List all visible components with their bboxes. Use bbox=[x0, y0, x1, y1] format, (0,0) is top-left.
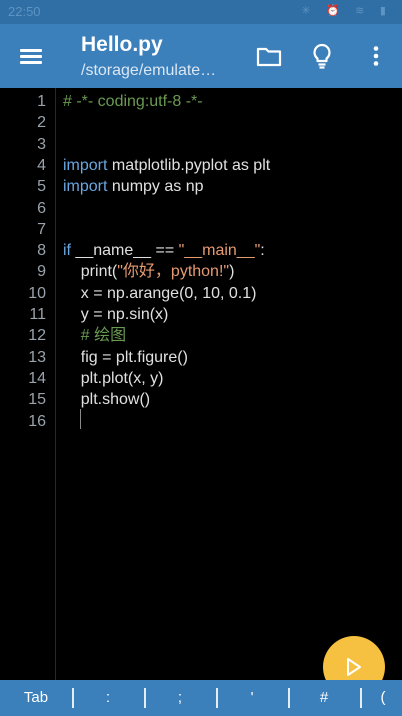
line-number: 13 bbox=[28, 348, 46, 366]
code-token-plain: y = np.sin(x) bbox=[63, 306, 169, 323]
code-line[interactable]: 16 bbox=[0, 411, 402, 432]
file-title: Hello.py bbox=[81, 33, 163, 56]
code-token-plain: __name__ == bbox=[71, 242, 179, 260]
key-separator bbox=[144, 688, 146, 708]
code-line[interactable]: 7 bbox=[0, 219, 402, 240]
extra-key-5[interactable]: ( bbox=[364, 680, 402, 716]
code-line[interactable]: 5 import numpy as np bbox=[0, 176, 402, 197]
code-token-keyword: import bbox=[63, 178, 108, 196]
key-separator bbox=[72, 688, 74, 708]
code-line[interactable]: 12 # 绘图 bbox=[0, 325, 402, 346]
line-code: y = np.sin(x) bbox=[63, 304, 169, 325]
code-token-comment: # -*- coding:utf-8 -*- bbox=[63, 93, 203, 110]
status-time: 22:50 bbox=[8, 4, 41, 19]
line-code: import matplotlib.pyplot as plt bbox=[63, 155, 270, 176]
code-editor[interactable]: 1 # -*- coding:utf-8 -*- 2 3 4 import matplot… bbox=[0, 88, 402, 680]
extra-key-3[interactable]: ' bbox=[220, 680, 284, 716]
text-cursor bbox=[80, 409, 81, 429]
line-number: 8 bbox=[37, 242, 46, 260]
line-number: 14 bbox=[28, 369, 46, 387]
line-code: import numpy as np bbox=[63, 176, 204, 197]
line-number: 9 bbox=[37, 263, 46, 281]
extra-key-4[interactable]: # bbox=[292, 680, 356, 716]
code-line[interactable]: 8 if __name__ == "__main__": bbox=[0, 240, 402, 261]
code-token-string: "你好，python!" bbox=[117, 263, 230, 281]
code-token-plain: : bbox=[260, 242, 265, 260]
code-line[interactable]: 6 bbox=[0, 198, 402, 219]
app-bar: Hello.py /storage/emulate… bbox=[0, 24, 402, 88]
code-line[interactable]: 4 import matplotlib.pyplot as plt bbox=[0, 155, 402, 176]
key-separator bbox=[360, 688, 362, 708]
line-number: 11 bbox=[29, 306, 46, 323]
code-token-plain: plt.plot(x, y) bbox=[63, 369, 164, 387]
extra-key-2[interactable]: ; bbox=[148, 680, 212, 716]
code-line[interactable]: 9 print("你好，python!") bbox=[0, 261, 402, 282]
line-number: 12 bbox=[28, 327, 46, 345]
line-number: 2 bbox=[37, 114, 46, 132]
code-line[interactable]: 13 fig = plt.figure() bbox=[0, 347, 402, 368]
menu-icon[interactable] bbox=[13, 40, 49, 72]
status-icons: ✳ ⏰ ≋ ▮ bbox=[301, 4, 392, 17]
line-code: plt.show() bbox=[63, 389, 150, 410]
code-token-keyword: import bbox=[63, 156, 108, 174]
line-number: 7 bbox=[37, 220, 46, 238]
line-number: 1 bbox=[37, 93, 46, 110]
code-token-plain: numpy as np bbox=[107, 178, 204, 196]
play-icon bbox=[347, 658, 361, 676]
code-token-plain: plt.show() bbox=[63, 391, 151, 409]
file-path: /storage/emulate… bbox=[81, 62, 217, 79]
line-code: x = np.arange(0, 10, 0.1) bbox=[63, 283, 257, 304]
line-number: 15 bbox=[28, 391, 46, 409]
line-number: 6 bbox=[37, 199, 46, 217]
key-separator bbox=[288, 688, 290, 708]
line-number: 3 bbox=[37, 135, 46, 153]
extra-key-1[interactable]: : bbox=[76, 680, 140, 716]
code-token-keyword: if bbox=[63, 242, 71, 260]
line-code: fig = plt.figure() bbox=[63, 347, 188, 368]
code-line[interactable]: 14 plt.plot(x, y) bbox=[0, 368, 402, 389]
line-number: 5 bbox=[37, 178, 46, 196]
code-line[interactable]: 3 bbox=[0, 134, 402, 155]
code-line[interactable]: 15 plt.show() bbox=[0, 389, 402, 410]
code-token-plain: fig = plt.figure() bbox=[63, 348, 188, 366]
key-separator bbox=[216, 688, 218, 708]
code-token-string: "__main__" bbox=[178, 242, 261, 260]
code-token-plain: matplotlib.pyplot as plt bbox=[107, 156, 271, 174]
status-bar: 22:50 ✳ ⏰ ≋ ▮ bbox=[0, 0, 402, 24]
code-token-comment: # 绘图 bbox=[63, 327, 127, 345]
code-token-plain: ) bbox=[229, 263, 235, 281]
folder-icon[interactable] bbox=[253, 40, 285, 72]
extra-key-tab[interactable]: Tab bbox=[4, 680, 68, 716]
line-code: if __name__ == "__main__": bbox=[63, 240, 265, 261]
code-line[interactable]: 11 y = np.sin(x) bbox=[0, 304, 402, 325]
line-code: plt.plot(x, y) bbox=[63, 368, 164, 389]
code-token-plain: x = np.arange(0, 10, 0.1) bbox=[63, 284, 257, 302]
code-line[interactable]: 2 bbox=[0, 112, 402, 133]
lightbulb-icon[interactable] bbox=[306, 40, 338, 72]
code-line[interactable]: 10 x = np.arange(0, 10, 0.1) bbox=[0, 283, 402, 304]
line-number: 4 bbox=[37, 156, 46, 174]
line-number: 16 bbox=[28, 412, 46, 430]
line-code: print("你好，python!") bbox=[63, 261, 235, 282]
code-line[interactable]: 1 # -*- coding:utf-8 -*- bbox=[0, 91, 402, 112]
extra-keys-bar: Tab:; ' #( bbox=[0, 680, 402, 716]
line-number: 10 bbox=[28, 284, 46, 302]
line-code: # 绘图 bbox=[63, 325, 126, 346]
more-vert-icon[interactable] bbox=[360, 40, 392, 72]
line-code: # -*- coding:utf-8 -*- bbox=[63, 91, 203, 112]
code-token-plain: print( bbox=[63, 263, 118, 281]
